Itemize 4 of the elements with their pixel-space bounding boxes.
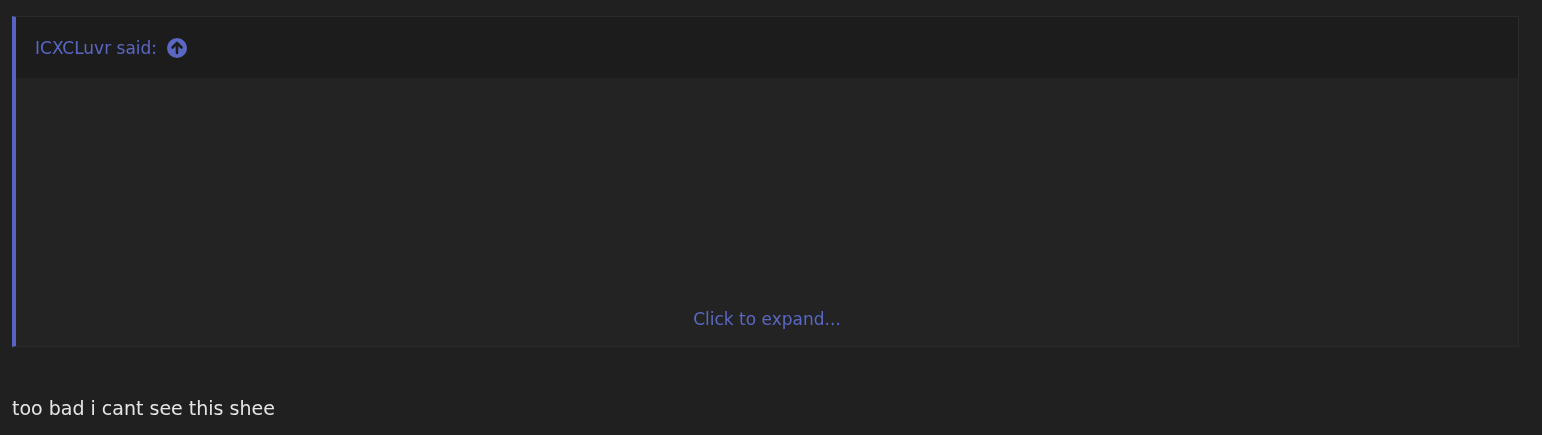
- arrow-up-icon[interactable]: [167, 37, 188, 58]
- expand-link[interactable]: Click to expand...: [693, 309, 841, 329]
- message-text: too bad i cant see this shee: [12, 397, 276, 419]
- quote-author: ICXCLuvr said:: [35, 37, 158, 58]
